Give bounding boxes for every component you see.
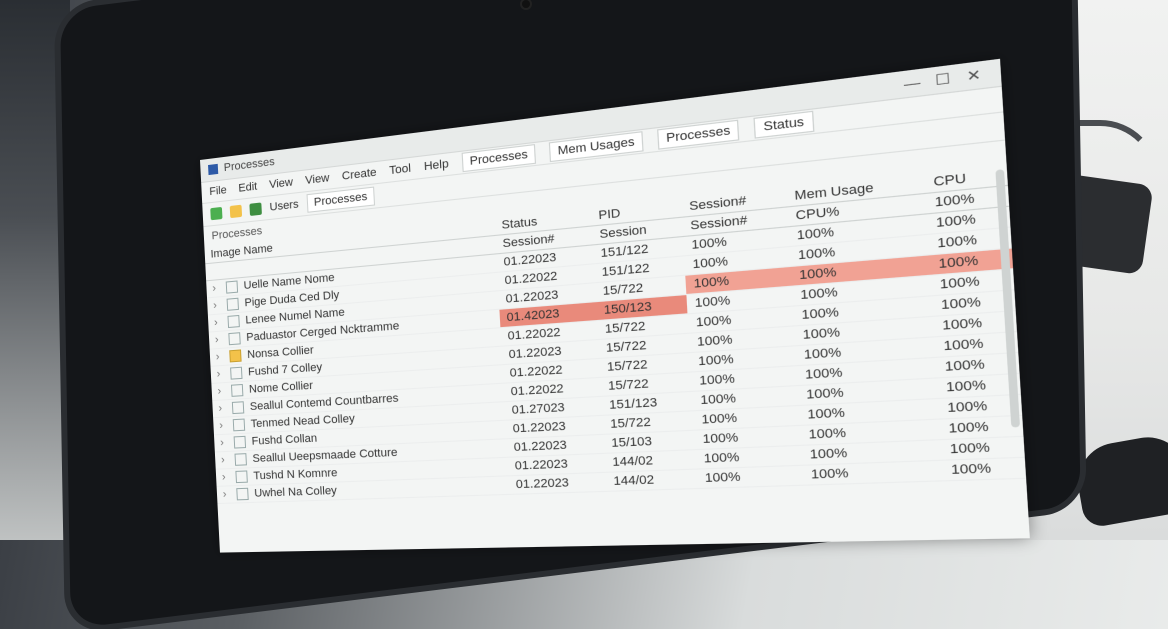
cell-cpu: 100% [942,457,1026,481]
chevron-right-icon[interactable]: › [212,282,220,295]
menu-create[interactable]: Create [342,166,377,183]
close-button[interactable]: ✕ [958,65,990,86]
menu-edit[interactable]: Edit [238,180,257,194]
menu-tool[interactable]: Tool [389,162,411,177]
chevron-right-icon[interactable]: › [215,334,223,347]
checkbox[interactable] [233,419,245,432]
checkbox[interactable] [227,315,239,328]
chevron-right-icon[interactable]: › [220,437,228,450]
folder-icon[interactable] [229,349,241,362]
checkbox[interactable] [231,384,243,397]
checkbox[interactable] [235,453,247,466]
checkbox[interactable] [234,436,246,449]
maximize-button[interactable]: ☐ [927,69,959,90]
process-name: Uwhel Na Colley [254,485,337,500]
green-folder-icon[interactable] [210,207,222,220]
cell-session: 100% [697,465,804,488]
menu-file[interactable]: File [209,184,227,198]
chevron-right-icon[interactable]: › [214,316,222,329]
chevron-right-icon[interactable]: › [217,385,225,398]
laptop: Processes — ☐ ✕ File Edit View View Crea… [0,0,1168,540]
process-name: Nonsa Collier [247,344,314,361]
chevron-right-icon[interactable]: › [223,488,231,500]
cell-pid: 144/02 [606,469,698,491]
checkbox[interactable] [232,401,244,414]
webcam-icon [522,0,530,8]
chevron-right-icon[interactable]: › [222,471,230,483]
chevron-right-icon[interactable]: › [216,351,224,364]
chevron-right-icon[interactable]: › [219,419,227,432]
menu-help[interactable]: Help [424,158,449,174]
app-icon [208,164,218,175]
chevron-right-icon[interactable]: › [216,368,224,381]
checkbox[interactable] [227,298,239,311]
process-name: Nome Collier [249,380,314,396]
menu-view-2[interactable]: View [305,172,330,187]
refresh-icon[interactable] [249,202,262,216]
process-name: Tushd N Komnre [253,467,338,483]
checkbox[interactable] [226,280,238,293]
users-label[interactable]: Users [269,198,299,214]
process-name: Fushd 7 Colley [248,361,323,378]
checkbox[interactable] [235,470,247,483]
cell-mem: 100% [803,460,944,485]
checkbox[interactable] [236,488,248,501]
cell-status: 01.22023 [509,472,607,494]
chevron-right-icon[interactable]: › [213,299,221,312]
chevron-right-icon[interactable]: › [221,454,229,466]
chevron-right-icon[interactable]: › [218,402,226,415]
menu-view[interactable]: View [269,176,293,191]
checkbox[interactable] [228,332,240,345]
checkbox[interactable] [230,367,242,380]
cell-cpu: 100% [941,436,1025,460]
minimize-button[interactable]: — [896,73,927,94]
yellow-folder-icon[interactable] [230,205,242,218]
process-name: Fushd Collan [251,432,317,447]
